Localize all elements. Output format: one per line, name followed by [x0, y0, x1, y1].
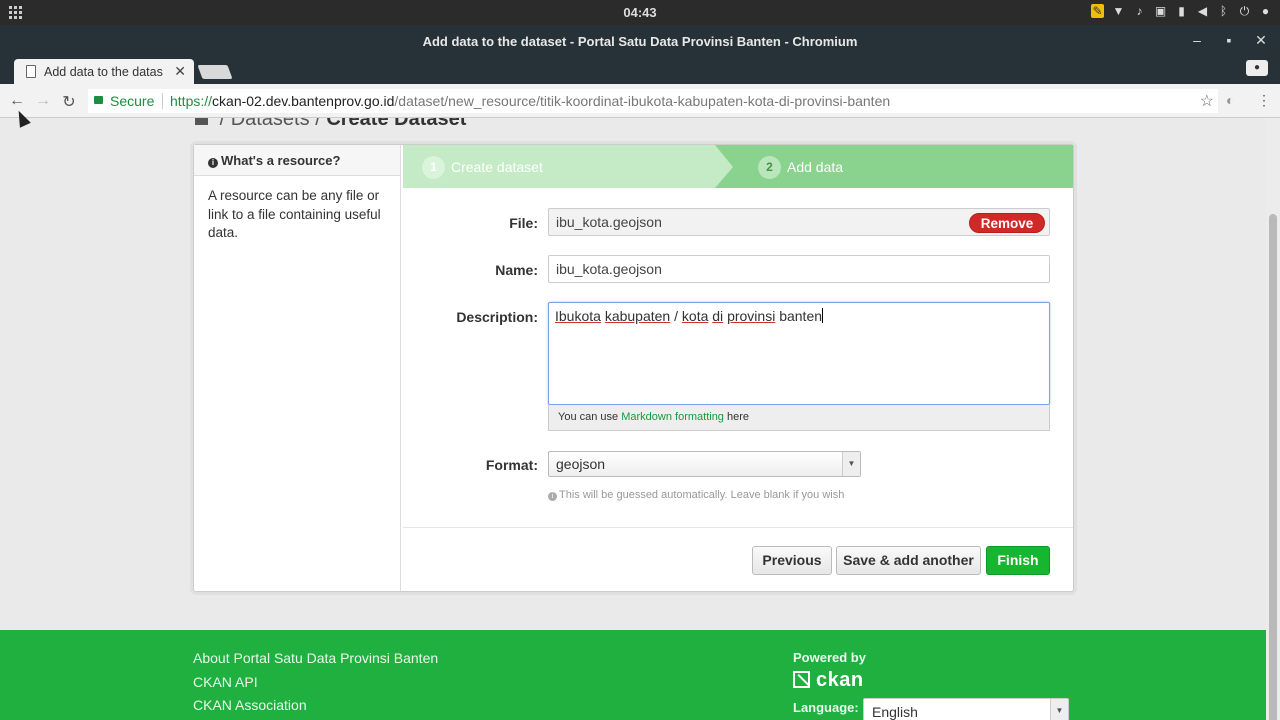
- sticky-note-icon[interactable]: ✎: [1091, 4, 1104, 18]
- bell-icon[interactable]: ♪: [1133, 4, 1146, 18]
- browser-tab[interactable]: Add data to the datas ✕: [14, 59, 194, 84]
- previous-button[interactable]: Previous: [752, 546, 832, 575]
- stage2-number: 2: [758, 156, 781, 179]
- format-label: Format:: [485, 457, 538, 473]
- bluetooth-icon[interactable]: ᛒ: [1217, 4, 1230, 18]
- page-scrollbar[interactable]: [1266, 118, 1280, 720]
- bookmark-star-icon[interactable]: ☆: [1200, 91, 1214, 111]
- footer-link-api[interactable]: CKAN API: [193, 674, 438, 692]
- markdown-hint: You can use Markdown formatting here: [548, 405, 1050, 431]
- window-titlebar: Add data to the dataset - Portal Satu Da…: [0, 25, 1280, 57]
- language-label: Language:: [793, 700, 859, 715]
- volume-icon[interactable]: ◀: [1196, 4, 1209, 18]
- user-icon[interactable]: ●: [1259, 4, 1272, 18]
- reload-icon[interactable]: ↻: [60, 92, 78, 112]
- lock-icon: [94, 96, 103, 104]
- breadcrumb: / Datasets / Create Dataset: [195, 118, 466, 131]
- finish-button[interactable]: Finish: [986, 546, 1050, 575]
- description-textarea[interactable]: Ibukota kabupaten / kota di provinsi ban…: [548, 302, 1050, 405]
- clipboard-icon[interactable]: ▮: [1175, 4, 1188, 18]
- remove-button[interactable]: Remove: [969, 213, 1045, 233]
- language-select[interactable]: English ▼: [863, 698, 1069, 720]
- stage2-label: Add data: [787, 159, 844, 175]
- minimize-icon[interactable]: –: [1188, 32, 1206, 49]
- resource-form-panel: i What's a resource? A resource can be an…: [193, 144, 1074, 592]
- stage-create-dataset[interactable]: 1 Create dataset: [403, 145, 733, 188]
- close-icon[interactable]: ✕: [1252, 32, 1270, 49]
- footer-links: About Portal Satu Data Provinsi Banten C…: [193, 650, 438, 720]
- format-hint: i This will be guessed automatically. Lea…: [548, 489, 844, 501]
- sidebar-heading: i What's a resource?: [194, 145, 400, 176]
- breadcrumb-datasets[interactable]: Datasets: [231, 118, 310, 130]
- window-controls: – ▪ ✕: [1188, 32, 1270, 49]
- home-icon[interactable]: [195, 118, 208, 125]
- description-label: Description:: [456, 309, 538, 325]
- footer-link-association[interactable]: CKAN Association: [193, 697, 438, 715]
- url-text[interactable]: https://ckan-02.dev.bantenprov.go.id/dat…: [170, 93, 890, 109]
- powered-by-label: Powered by: [793, 650, 866, 665]
- markdown-link[interactable]: Markdown formatting: [621, 411, 724, 423]
- forward-icon[interactable]: →: [34, 92, 52, 110]
- name-label: Name:: [495, 262, 538, 278]
- notification-icon[interactable]: ▣: [1154, 4, 1167, 18]
- chevron-down-icon[interactable]: ▼: [1050, 699, 1068, 720]
- breadcrumb-current: Create Dataset: [326, 118, 467, 130]
- site-footer: About Portal Satu Data Provinsi Banten C…: [0, 630, 1266, 720]
- tab-close-icon[interactable]: ✕: [174, 63, 186, 80]
- page-icon: [26, 65, 36, 78]
- format-select[interactable]: geojson ▼: [548, 451, 861, 477]
- profile-icon[interactable]: ●: [1246, 60, 1268, 76]
- chevron-down-icon[interactable]: ▼: [842, 452, 860, 476]
- stage1-label: Create dataset: [451, 159, 543, 175]
- info-icon: i: [208, 158, 218, 168]
- browser-toolbar: ← → ↻ Secure https://ckan-02.dev.bantenp…: [0, 84, 1280, 118]
- system-top-bar: 04:43 ✎ ▼ ♪ ▣ ▮ ◀ ᛒ ⏻ ●: [0, 0, 1280, 25]
- ckan-logo-icon: [793, 671, 810, 688]
- scrollbar-thumb[interactable]: [1269, 214, 1277, 720]
- new-tab-button[interactable]: [197, 65, 233, 79]
- file-label: File:: [509, 215, 538, 231]
- text-cursor: [822, 308, 824, 323]
- wifi-icon[interactable]: ▼: [1112, 4, 1125, 18]
- maximize-icon[interactable]: ▪: [1220, 32, 1238, 49]
- address-bar[interactable]: Secure https://ckan-02.dev.bantenprov.go…: [88, 89, 1218, 113]
- sidebar-text: A resource can be any file or link to a …: [208, 188, 381, 240]
- stages-progress: 1 Create dataset 2 Add data: [403, 145, 1073, 188]
- info-icon: i: [548, 492, 557, 501]
- tab-strip: Add data to the datas ✕ ●: [0, 57, 1280, 84]
- save-add-another-button[interactable]: Save & add another: [836, 546, 981, 575]
- extension-icon[interactable]: ◐: [1226, 92, 1234, 108]
- name-input[interactable]: ibu_kota.geojson: [548, 255, 1050, 283]
- window-title: Add data to the dataset - Portal Satu Da…: [422, 34, 858, 49]
- page-content: / Datasets / Create Dataset i What's a re…: [0, 118, 1280, 720]
- system-tray: ✎ ▼ ♪ ▣ ▮ ◀ ᛒ ⏻ ●: [1091, 4, 1272, 18]
- ckan-logo[interactable]: ckan: [793, 669, 864, 692]
- footer-link-about[interactable]: About Portal Satu Data Provinsi Banten: [193, 650, 438, 668]
- secure-label: Secure: [110, 93, 155, 109]
- system-clock: 04:43: [623, 5, 657, 20]
- tab-title: Add data to the datas: [44, 65, 163, 79]
- stage1-number: 1: [422, 156, 445, 179]
- power-icon[interactable]: ⏻: [1238, 4, 1251, 18]
- resource-help-sidebar: i What's a resource? A resource can be an…: [194, 145, 401, 591]
- file-field[interactable]: ibu_kota.geojson Remove: [548, 208, 1050, 236]
- menu-icon[interactable]: ⋮: [1257, 92, 1271, 109]
